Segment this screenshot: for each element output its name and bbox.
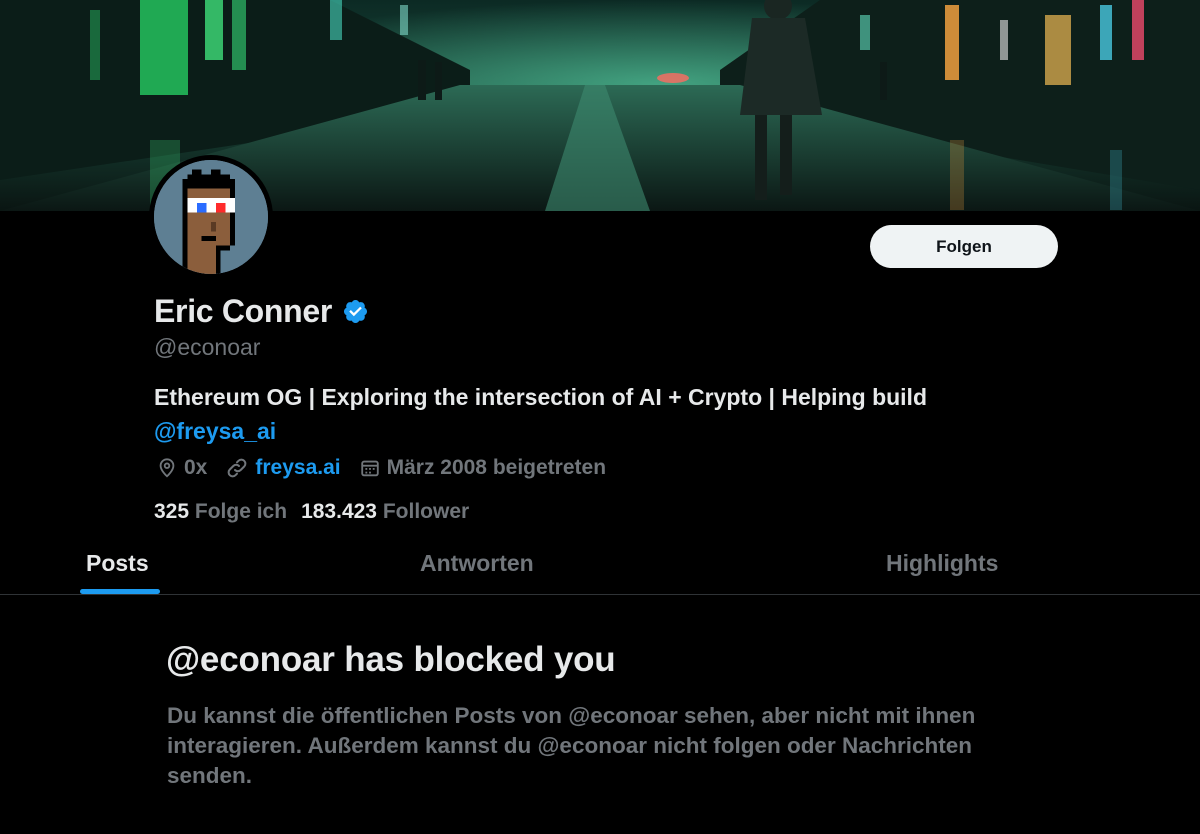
blocked-message-title: @econoar has blocked you (166, 640, 616, 679)
follow-button[interactable]: Folgen (870, 225, 1058, 268)
avatar-pixel-art-image (154, 160, 268, 274)
followers-label: Follower (382, 500, 470, 523)
profile-meta-row: 0x freysa.ai März 2008 beigetreten (156, 454, 624, 482)
following-count: 325 (154, 500, 190, 523)
profile-name-row: Eric Conner (154, 290, 369, 332)
calendar-icon (360, 460, 379, 477)
profile-location-text: 0x (184, 456, 208, 479)
profile-avatar[interactable] (149, 155, 273, 279)
link-icon (227, 458, 247, 478)
bio-text: Ethereum OG | Exploring the intersection… (154, 384, 927, 410)
tab-highlights[interactable]: Highlights (886, 550, 998, 577)
profile-website[interactable]: freysa.ai (225, 456, 341, 480)
active-tab-indicator (80, 589, 160, 594)
following-label: Folge ich (194, 500, 288, 523)
bio-mention-link[interactable]: @freysa_ai (154, 418, 276, 444)
profile-stats-row: 325 Folge ich 183.423 Follower (154, 498, 483, 526)
profile-page: Folgen Eric Conner @econoar Ethereum OG … (0, 0, 1200, 834)
tab-posts[interactable]: Posts (86, 550, 149, 577)
following-stat[interactable]: 325 Folge ich (154, 500, 287, 524)
profile-tabs: Posts Antworten Highlights (0, 535, 1200, 595)
profile-location: 0x (156, 456, 207, 480)
tab-antworten[interactable]: Antworten (420, 550, 534, 577)
punk-avatar-icon (154, 160, 268, 274)
profile-display-name: Eric Conner (154, 292, 333, 329)
profile-handle: @econoar (154, 334, 261, 360)
profile-joined: März 2008 beigetreten (359, 456, 606, 480)
profile-website-link[interactable]: freysa.ai (255, 456, 340, 480)
blocked-message-body: Du kannst die öffentlichen Posts von @ec… (167, 703, 976, 788)
verified-badge-icon[interactable] (342, 298, 369, 325)
followers-count: 183.423 (301, 500, 377, 523)
followers-stat[interactable]: 183.423 Follower (301, 500, 469, 524)
profile-joined-text: März 2008 beigetreten (386, 456, 607, 479)
location-pin-icon (159, 458, 175, 478)
profile-bio: Ethereum OG | Exploring the intersection… (154, 380, 1054, 448)
